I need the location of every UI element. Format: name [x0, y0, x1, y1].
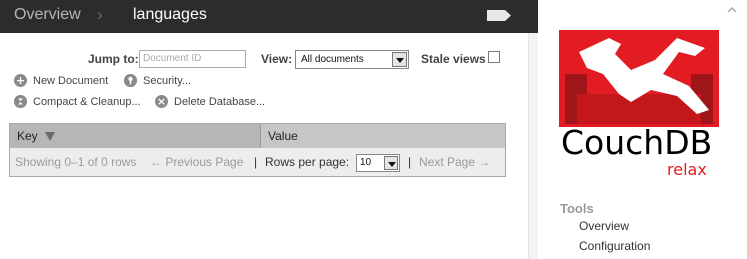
close-icon: × [155, 95, 168, 108]
couchdb-logo[interactable]: CouchDB relax [559, 30, 719, 180]
compact-cleanup-label: Compact & Cleanup... [33, 95, 141, 108]
security-label: Security... [143, 74, 192, 87]
tag-icon[interactable] [486, 9, 512, 22]
pager-separator: | [408, 155, 412, 169]
chevron-down-icon[interactable] [384, 156, 398, 170]
key-column-label: Key [17, 129, 38, 143]
stale-views-label: Stale views [421, 52, 486, 66]
compress-icon [14, 95, 27, 108]
delete-database-button[interactable]: × Delete Database... [155, 95, 265, 108]
next-page-link[interactable]: Next Page → [419, 155, 490, 169]
view-select-value: All documents [301, 54, 364, 65]
top-bar: Overview › languages [0, 0, 538, 33]
value-column-header: Value [260, 124, 505, 148]
jump-to-label: Jump to: [88, 52, 139, 66]
rows-per-page-select[interactable]: 10 [356, 154, 400, 172]
key-column-header[interactable]: Key [10, 124, 260, 148]
new-document-button[interactable]: + New Document [14, 74, 108, 87]
chevron-up-icon[interactable] [727, 7, 737, 13]
plus-icon: + [14, 74, 27, 87]
showing-rows-text: Showing 0–1 of 0 rows [15, 155, 137, 169]
table-header: Key Value [10, 124, 505, 148]
sidebar-item-configuration[interactable]: Configuration [579, 239, 650, 253]
logo-tagline: relax [667, 160, 707, 179]
stale-views-checkbox[interactable] [488, 51, 500, 63]
tools-heading: Tools [560, 201, 594, 216]
breadcrumb-separator: › [97, 5, 103, 24]
sidebar-item-overview[interactable]: Overview [579, 219, 629, 233]
main-panel: Jump to: Document ID View: All documents… [0, 33, 539, 259]
compact-cleanup-button[interactable]: Compact & Cleanup... [14, 95, 141, 108]
delete-database-label: Delete Database... [174, 95, 266, 108]
breadcrumb-overview[interactable]: Overview [14, 6, 81, 24]
new-document-label: New Document [33, 74, 109, 87]
breadcrumb-current: languages [133, 6, 207, 23]
documents-table: Key Value Showing 0–1 of 0 rows ← Previo… [9, 123, 506, 177]
chevron-down-icon[interactable] [392, 52, 407, 67]
previous-page-link[interactable]: ← Previous Page [150, 155, 243, 169]
view-select[interactable]: All documents [295, 50, 409, 69]
rows-per-page-label: Rows per page: [265, 155, 350, 169]
table-pager: Showing 0–1 of 0 rows ← Previous Page | … [10, 148, 505, 176]
document-id-input[interactable]: Document ID [139, 50, 246, 68]
rows-per-page-value: 10 [360, 157, 372, 168]
sort-descending-icon[interactable] [45, 132, 55, 141]
view-label: View: [261, 52, 293, 66]
value-column-label: Value [268, 129, 298, 143]
pager-separator: | [254, 155, 258, 169]
security-button[interactable]: Security... [124, 74, 191, 87]
logo-wordmark: CouchDB [561, 123, 712, 162]
key-icon [124, 74, 137, 87]
